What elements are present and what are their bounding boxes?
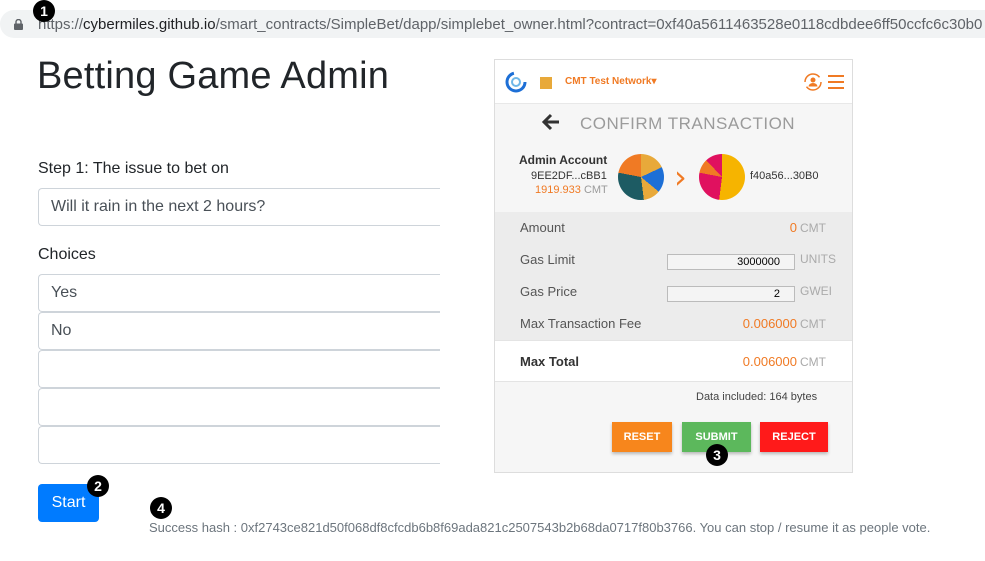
lock-icon	[14, 19, 23, 30]
max-fee-unit: CMT	[800, 317, 826, 331]
chevron-right-icon: ›	[674, 158, 687, 196]
max-total-row: Max Total 0.006000 CMT	[495, 340, 852, 382]
max-fee-value: 0.006000	[742, 316, 797, 331]
url-path: /smart_contracts/SimpleBet/dapp/simplebe…	[215, 16, 983, 33]
choice-input-4[interactable]	[38, 388, 440, 426]
choice-input-5[interactable]	[38, 426, 440, 464]
from-account-balance: 1919.933 CMT	[535, 184, 608, 196]
choice-input-2[interactable]: No	[38, 312, 440, 350]
choices-label: Choices	[38, 246, 96, 263]
max-fee-label: Max Transaction Fee	[520, 316, 642, 331]
network-status-icon	[540, 77, 552, 89]
gas-limit-input[interactable]: 3000000	[667, 254, 795, 270]
choice-input-1[interactable]: Yes	[38, 274, 440, 312]
annotation-badge-2: 2	[87, 475, 109, 497]
choice-input-3[interactable]	[38, 350, 440, 388]
wallet-header: CMT Test Network▾	[495, 60, 852, 104]
confirm-transaction-title: CONFIRM TRANSACTION	[580, 114, 796, 133]
from-account-address: 9EE2DF...cBB1	[531, 170, 607, 182]
to-address: f40a56...30B0	[750, 170, 819, 182]
gas-price-label: Gas Price	[520, 284, 578, 299]
wallet-logo-icon	[505, 71, 527, 93]
network-selector[interactable]: CMT Test Network▾	[565, 76, 657, 87]
data-included-text: Data included: 164 bytes	[696, 391, 818, 403]
transaction-details: Amount 0 CMT Gas Limit 3000000 UNITS Gas…	[495, 212, 852, 340]
issue-input[interactable]: Will it rain in the next 2 hours?	[38, 188, 440, 226]
gas-price-unit: GWEI	[800, 284, 832, 298]
annotation-badge-4: 4	[150, 497, 172, 519]
page-title: Betting Game Admin	[37, 55, 390, 97]
gas-limit-unit: UNITS	[800, 252, 836, 266]
amount-unit: CMT	[800, 221, 826, 235]
reject-button[interactable]: REJECT	[760, 422, 828, 452]
gas-limit-label: Gas Limit	[520, 252, 575, 267]
balance-value: 1919.933	[535, 184, 581, 196]
back-arrow-icon[interactable]	[541, 112, 561, 132]
chevron-down-icon: ▾	[651, 76, 657, 87]
wallet-popup: CMT Test Network▾ CONFIRM TRANSACTION Ad…	[494, 59, 853, 473]
annotation-badge-3: 3	[706, 444, 728, 466]
address-bar[interactable]: https://cybermiles.github.io/smart_contr…	[0, 10, 985, 38]
balance-unit: CMT	[583, 184, 608, 196]
from-account-identicon	[618, 154, 664, 200]
url-host: cybermiles.github.io	[83, 16, 216, 33]
success-message: Success hash : 0xf2743ce821d50f068df8cfc…	[149, 520, 931, 535]
max-total-value: 0.006000	[742, 354, 797, 369]
network-name: CMT Test Network	[565, 76, 652, 87]
from-account-name: Admin Account	[519, 153, 608, 167]
to-account-identicon	[699, 154, 745, 200]
account-switch-icon[interactable]	[803, 72, 823, 92]
amount-value: 0	[789, 220, 797, 235]
max-total-label: Max Total	[520, 354, 579, 369]
annotation-badge-1: 1	[33, 0, 55, 22]
url-text: https://cybermiles.github.io/smart_contr…	[38, 16, 982, 33]
max-total-unit: CMT	[800, 355, 826, 369]
step1-label: Step 1: The issue to bet on	[38, 160, 229, 177]
gas-price-input[interactable]: 2	[667, 286, 795, 302]
amount-label: Amount	[520, 220, 565, 235]
hamburger-menu-icon[interactable]	[828, 75, 844, 89]
reset-button[interactable]: RESET	[612, 422, 672, 452]
